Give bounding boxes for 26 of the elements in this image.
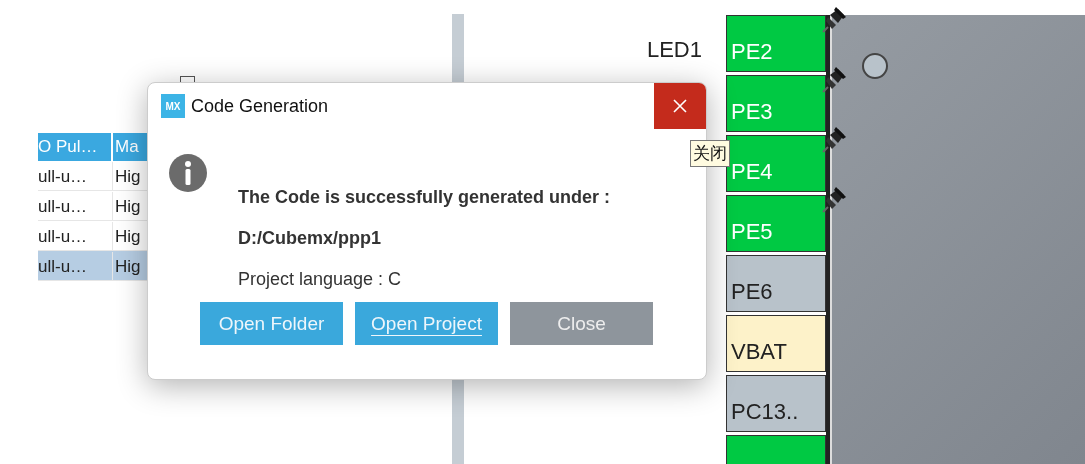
dialog-button[interactable]: Close [510,302,653,345]
app-logo: MX [161,94,185,118]
pin[interactable]: PE5 [726,195,826,252]
table-cell: ull-u… [38,251,113,281]
pin[interactable]: PE4 [726,135,826,192]
success-message: The Code is successfully generated under : [238,187,611,209]
pin-label: LED1 [646,37,702,63]
pin-one-marker [862,53,888,79]
pin[interactable]: PE2 [726,15,826,72]
info-icon [168,153,208,193]
column-header[interactable]: O Pul… [38,133,113,161]
dialog-button[interactable]: Open Project [355,302,498,345]
table-cell: ull-u… [38,161,113,191]
pin[interactable]: PC13.. [726,375,826,432]
dialog-button[interactable]: Open Folder [200,302,343,345]
project-language: Project language : C [238,269,403,291]
close-icon [672,98,688,114]
pin[interactable]: VBAT [726,315,826,372]
table-cell: ull-u… [38,221,113,251]
tooltip: 关闭 [690,140,730,167]
table-cell: ull-u… [38,191,113,221]
pin[interactable]: PE6 [726,255,826,312]
pin[interactable]: PE3 [726,75,826,132]
project-path: D:/Cubemx/ppp1 [238,228,382,250]
close-button[interactable] [654,83,706,129]
dialog-title: Code Generation [191,95,330,117]
